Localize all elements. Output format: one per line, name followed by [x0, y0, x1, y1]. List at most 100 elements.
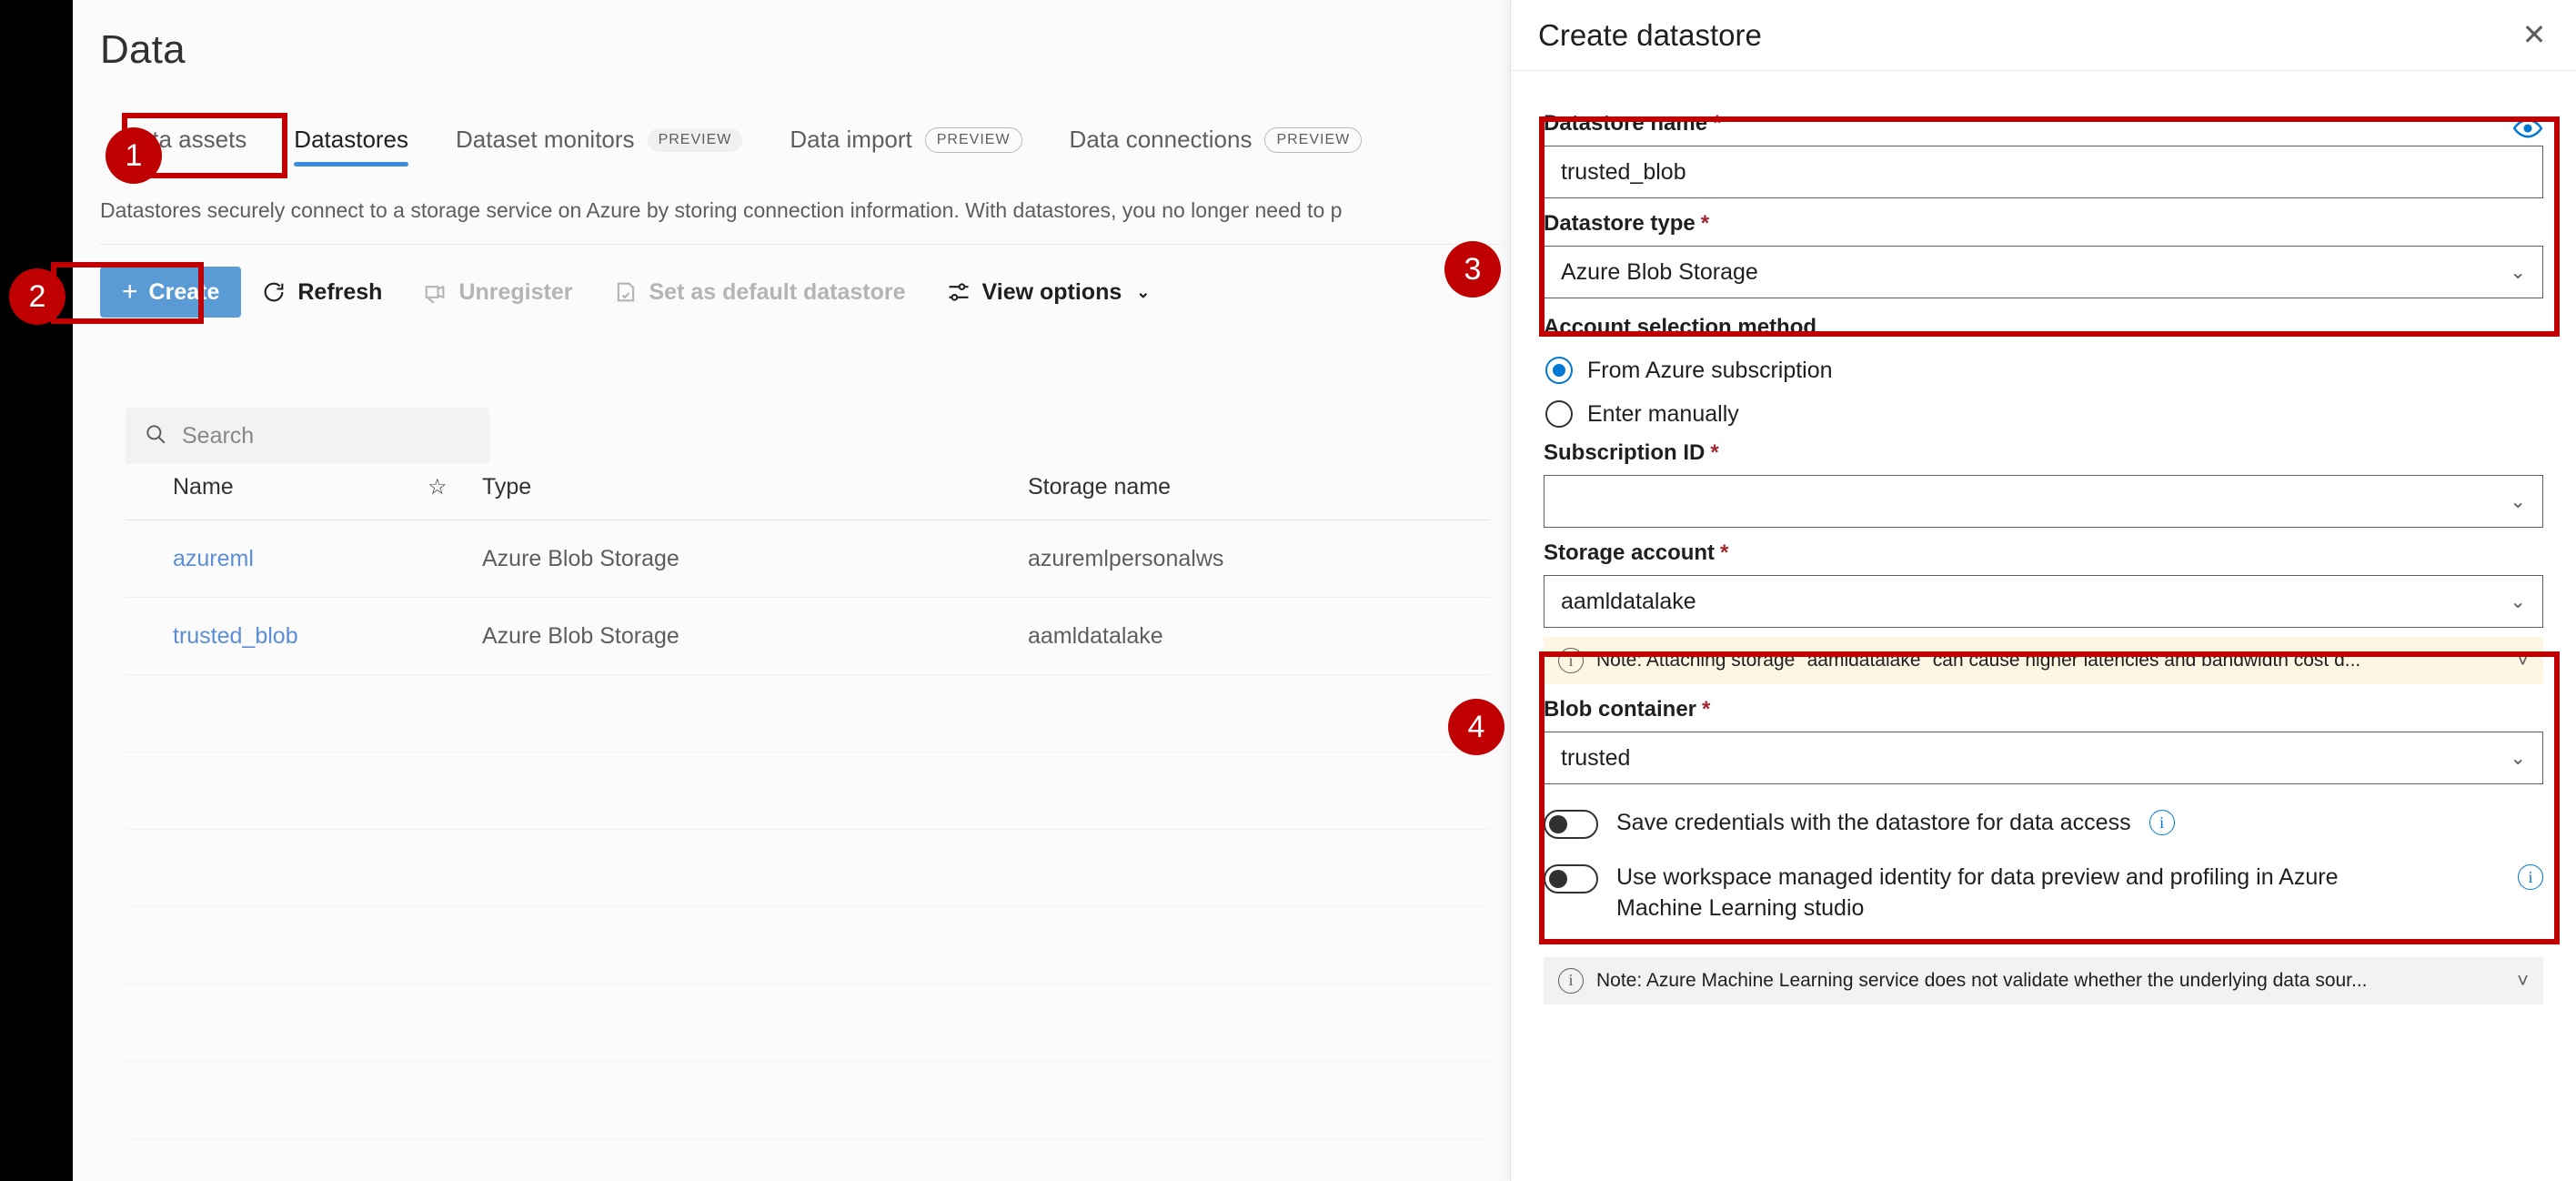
save-credentials-toggle[interactable] — [1544, 810, 1598, 839]
chevron-down-icon: ⌄ — [2510, 490, 2526, 512]
tab-dataset-monitors[interactable]: Dataset monitors PREVIEW — [432, 120, 766, 172]
column-header-name[interactable]: Name — [173, 474, 428, 500]
annotation-badge-2: 2 — [9, 268, 65, 325]
panel-header: Create datastore ✕ — [1511, 0, 2576, 71]
table-header-row: Name ☆ Type Storage name — [126, 455, 1490, 520]
table-empty-row — [126, 830, 1490, 907]
managed-identity-row: Use workspace managed identity for data … — [1544, 863, 2543, 924]
toggle-knob — [1549, 815, 1567, 833]
preview-badge: PREVIEW — [1264, 126, 1363, 153]
storage-account-label: Storage account * — [1544, 540, 2543, 566]
subscription-id-label: Subscription ID * — [1544, 440, 2543, 466]
label-text: Storage account — [1544, 540, 1716, 565]
validation-note-text: Note: Azure Machine Learning service doe… — [1596, 969, 2368, 991]
table-empty-row — [126, 1062, 1490, 1139]
info-icon: i — [1558, 967, 1584, 994]
required-asterisk: * — [1710, 440, 1719, 465]
datastore-name-link[interactable]: azureml — [173, 546, 428, 572]
divider — [100, 244, 1501, 245]
subscription-id-dropdown[interactable]: ⌄ — [1544, 475, 2543, 528]
datastore-type-value: Azure Blob Storage — [1561, 258, 1758, 285]
refresh-button[interactable]: Refresh — [241, 267, 402, 318]
refresh-label: Refresh — [297, 278, 383, 305]
storage-account-field: Storage account * aamldatalake ⌄ — [1544, 540, 2543, 628]
blob-container-value: trusted — [1561, 744, 1631, 771]
tab-data-import[interactable]: Data import PREVIEW — [766, 120, 1045, 172]
info-icon[interactable]: i — [2518, 864, 2543, 890]
eye-icon[interactable] — [2512, 113, 2543, 144]
panel-body: Datastore name * trusted_blob Datastore … — [1511, 71, 2576, 1004]
unregister-icon — [422, 279, 448, 305]
datastore-type-field: Datastore type * Azure Blob Storage ⌄ — [1544, 211, 2543, 298]
datastore-name-input[interactable]: trusted_blob — [1544, 146, 2543, 198]
table-empty-row — [126, 1139, 1490, 1181]
datastores-table: Name ☆ Type Storage name azureml Azure B… — [126, 455, 1490, 1181]
datastore-type-label: Datastore type * — [1544, 211, 2543, 237]
preview-badge: PREVIEW — [647, 127, 743, 152]
storage-name-cell: aamldatalake — [1028, 622, 1163, 649]
storage-name-cell: azuremlpersonalws — [1028, 545, 1224, 571]
table-row[interactable]: azureml Azure Blob Storage azuremlperson… — [126, 520, 1490, 598]
table-empty-row — [126, 752, 1490, 830]
create-datastore-panel: Create datastore ✕ Datastore name * trus… — [1510, 0, 2576, 1181]
annotation-badge-4: 4 — [1448, 699, 1504, 755]
radio-from-azure-subscription[interactable]: From Azure subscription — [1545, 357, 2543, 384]
tab-data-connections[interactable]: Data connections PREVIEW — [1046, 120, 1386, 172]
label-text: Datastore name — [1544, 111, 1708, 136]
radio-icon — [1545, 357, 1573, 384]
label-text: Blob container — [1544, 697, 1697, 722]
radio-label: From Azure subscription — [1587, 357, 1833, 383]
label-text: Datastore type — [1544, 211, 1696, 236]
table-empty-row — [126, 984, 1490, 1062]
storage-note-text: Note: Attaching storage "aamldatalake" c… — [1596, 650, 2361, 671]
datastore-type-cell: Azure Blob Storage — [482, 545, 679, 571]
chevron-down-icon: ⌄ — [2510, 747, 2526, 769]
column-header-storage-name[interactable]: Storage name — [1028, 474, 1537, 500]
datastore-name-link[interactable]: trusted_blob — [173, 623, 428, 650]
datastore-type-dropdown[interactable]: Azure Blob Storage ⌄ — [1544, 246, 2543, 298]
chevron-down-icon: ⌄ — [2510, 261, 2526, 283]
set-default-label: Set as default datastore — [649, 278, 906, 305]
column-header-type[interactable]: Type — [482, 474, 1028, 500]
validation-note: i Note: Azure Machine Learning service d… — [1544, 956, 2543, 1004]
save-credentials-row: Save credentials with the datastore for … — [1544, 808, 2543, 839]
double-chevron-down-icon[interactable]: ˅ — [2517, 649, 2529, 672]
tab-label: Dataset monitors — [456, 126, 635, 153]
plus-icon: + — [122, 277, 138, 307]
radio-label: Enter manually — [1587, 400, 1739, 427]
datastore-type-cell: Azure Blob Storage — [482, 622, 679, 649]
search-icon — [144, 422, 167, 450]
unregister-button: Unregister — [402, 267, 592, 318]
tab-label: Data connections — [1069, 126, 1253, 153]
radio-icon — [1545, 400, 1573, 428]
toggle-knob — [1549, 870, 1567, 888]
set-as-default-datastore-button: Set as default datastore — [593, 267, 926, 318]
double-chevron-down-icon[interactable]: ˅ — [2517, 969, 2529, 993]
storage-latency-note: i Note: Attaching storage "aamldatalake"… — [1544, 637, 2543, 684]
star-icon[interactable]: ☆ — [428, 474, 482, 500]
tab-bar: Data assets Datastores Dataset monitors … — [98, 120, 1385, 173]
storage-account-dropdown[interactable]: aamldatalake ⌄ — [1544, 575, 2543, 628]
table-empty-row — [126, 907, 1490, 984]
table-row[interactable]: trusted_blob Azure Blob Storage aamldata… — [126, 598, 1490, 675]
managed-identity-label: Use workspace managed identity for data … — [1616, 864, 2339, 921]
blob-container-field: Blob container * trusted ⌄ — [1544, 697, 2543, 784]
account-selection-label: Account selection method — [1544, 315, 1817, 339]
panel-title: Create datastore — [1538, 17, 1762, 52]
page-description: Datastores securely connect to a storage… — [100, 198, 1343, 222]
view-options-button[interactable]: View options ⌄ — [926, 267, 1171, 318]
close-icon[interactable]: ✕ — [2512, 13, 2556, 56]
tab-datastores[interactable]: Datastores — [270, 120, 432, 172]
data-page: Data Data assets Datastores Dataset moni… — [73, 0, 1510, 1181]
info-icon[interactable]: i — [2148, 810, 2175, 835]
command-bar: + Create Refresh Unregister Set as defau… — [100, 262, 1170, 322]
search-input[interactable] — [182, 422, 471, 449]
info-icon: i — [1558, 648, 1584, 673]
blob-container-dropdown[interactable]: trusted ⌄ — [1544, 732, 2543, 784]
radio-enter-manually[interactable]: Enter manually — [1545, 400, 2543, 428]
managed-identity-toggle[interactable] — [1544, 864, 1598, 893]
create-button[interactable]: + Create — [100, 267, 242, 318]
datastore-name-label: Datastore name * — [1544, 111, 2543, 138]
tab-label: Datastores — [294, 126, 409, 153]
datastore-name-field: Datastore name * trusted_blob — [1544, 111, 2543, 198]
